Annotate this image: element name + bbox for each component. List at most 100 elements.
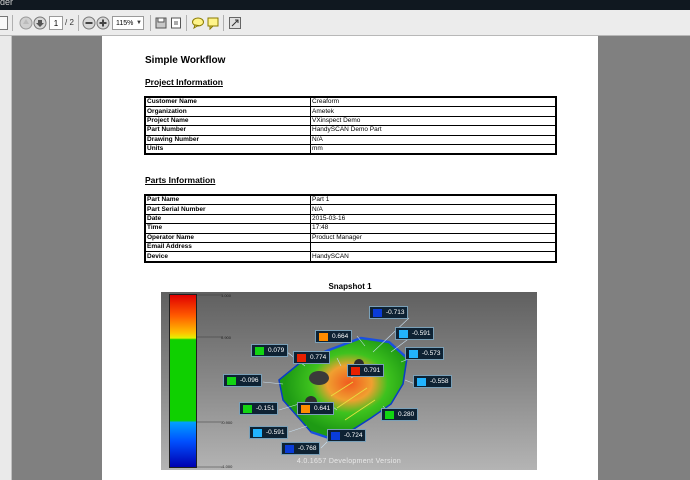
comment-icon[interactable] [191,16,205,30]
deviation-callout: 0.280 [381,408,419,421]
table-key: Operator Name [144,232,311,243]
callout-value: 0.664 [332,333,349,340]
table-value: VXinspect Demo [310,115,557,127]
deviation-callout: -0.591 [395,327,435,340]
deviation-callout: 0.641 [297,402,335,415]
color-swatch [243,405,252,413]
color-swatch [399,330,408,338]
table-key: Date [144,213,311,225]
callout-value: -0.591 [266,429,285,436]
color-swatch [297,354,306,362]
project-info-heading: Project Information [145,77,223,87]
callout-value: -0.573 [422,350,441,357]
watermark-text: 4.0.1657 Development Version [296,458,402,465]
table-key: Device [144,251,311,263]
callout-value: 0.641 [314,405,331,412]
table-row: Part Serial Number N/A [144,204,557,215]
table-key: Email Address [144,241,311,253]
table-key: Part Serial Number [144,204,311,215]
table-value: mm [310,143,557,155]
table-row: Organization Ametek [144,106,557,117]
deviation-callout: -0.096 [223,374,263,387]
callout-value: -0.151 [256,405,275,412]
table-row: Units mm [144,143,557,155]
deviation-callout: 0.664 [315,330,353,343]
callout-value: -0.096 [240,377,259,384]
previous-page-icon[interactable] [19,16,33,30]
fit-page-icon[interactable] [169,16,183,30]
toolbar-separator [150,15,151,31]
color-swatch [373,309,382,317]
callout-value: -0.768 [298,445,317,452]
color-swatch [227,377,236,385]
zoom-in-icon[interactable] [96,16,110,30]
table-key: Units [144,143,311,155]
table-key: Part Name [144,194,311,206]
parts-info-heading: Parts Information [145,175,216,185]
scanned-part-render [262,317,422,449]
table-value: 17:48 [310,223,557,234]
color-swatch [319,333,328,341]
deviation-callout: -0.151 [239,402,279,415]
callout-value: 0.791 [364,367,381,374]
color-swatch [255,347,264,355]
table-row: Customer Name Creaform [144,96,557,108]
color-swatch [285,445,294,453]
deviation-callout: -0.713 [369,306,409,319]
color-swatch [417,378,426,386]
callout-value: 0.774 [310,354,327,361]
annotate-icon[interactable] [206,16,220,30]
table-value: N/A [310,204,557,215]
table-value: Creaform [310,96,557,108]
table-value: Ametek [310,106,557,117]
table-value: N/A [310,134,557,145]
table-row: Part Name Part 1 [144,194,557,206]
deviation-callout: -0.591 [249,426,289,439]
toolbar-separator [186,15,187,31]
color-swatch [301,405,310,413]
toolbar-separator [223,15,224,31]
deviation-callout: 0.774 [293,351,331,364]
callout-value: 0.079 [268,347,285,354]
table-value: Part 1 [310,194,557,206]
document-title: Simple Workflow [145,55,226,66]
color-swatch [385,411,394,419]
table-key: Project Name [144,115,311,127]
table-value: HandySCAN Demo Part [310,125,557,136]
chevron-down-icon: ▼ [136,20,142,26]
callout-value: -0.724 [344,432,363,439]
table-value: Product Manager [310,232,557,243]
snapshot-title: Snapshot 1 [328,282,372,291]
zoom-out-icon[interactable] [82,16,96,30]
side-panel-strip[interactable] [0,36,12,480]
document-page: Simple Workflow Project Information Cust… [102,36,598,480]
color-swatch [351,367,360,375]
zoom-value: 115% [116,20,134,27]
save-icon[interactable] [154,16,168,30]
deviation-callout: -0.573 [405,347,445,360]
table-key: Customer Name [144,96,311,108]
table-value: 2015-03-16 [310,213,557,225]
table-value: HandySCAN [310,251,557,263]
zoom-select[interactable]: 115% ▼ [112,16,144,30]
deviation-callout: -0.724 [327,429,367,442]
callout-value: -0.713 [386,309,405,316]
next-page-icon[interactable] [33,16,47,30]
page-total: / 2 [65,18,74,27]
table-key: Drawing Number [144,134,311,145]
table-key: Organization [144,106,311,117]
toolbar-separator [12,15,13,31]
callout-value: 0.280 [398,411,415,418]
page-number-input[interactable]: 1 [49,16,63,30]
color-swatch [409,350,418,358]
table-row: Project Name VXinspect Demo [144,115,557,127]
table-value [310,241,557,253]
deviation-callout: -0.558 [413,375,453,388]
window-title: der [0,0,14,7]
color-swatch [331,432,340,440]
expand-icon[interactable] [228,16,242,30]
table-row: Operator Name Product Manager [144,232,557,243]
envelope-icon[interactable] [0,16,8,30]
table-row: Email Address [144,241,557,253]
toolbar-separator [78,15,79,31]
